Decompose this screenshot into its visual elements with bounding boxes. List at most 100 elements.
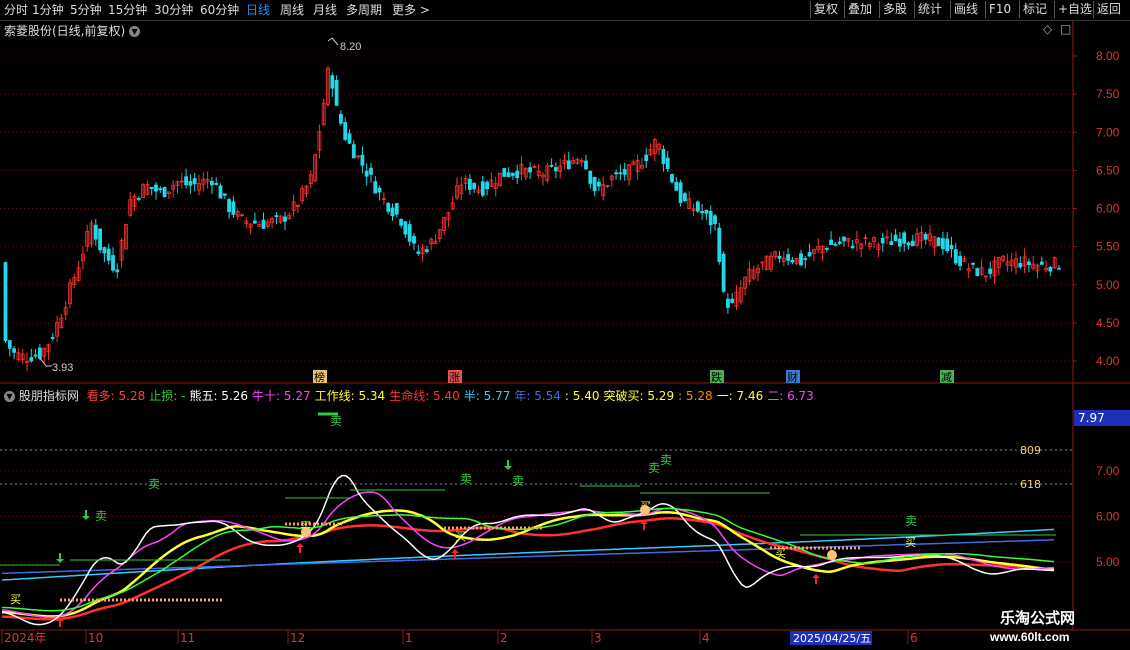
high-marker (327, 37, 339, 46)
candle-body (506, 172, 511, 177)
candle-body (592, 176, 597, 192)
candle-body (549, 164, 554, 167)
candle-body (218, 185, 223, 199)
candle-body (38, 347, 42, 359)
watermark-title: 乐淘公式网 (1000, 609, 1076, 627)
price-tick-label: 5.00 (1096, 278, 1120, 292)
price-tick-label: 6.00 (1096, 202, 1120, 216)
candle-body (695, 201, 700, 212)
candle-body (833, 243, 838, 246)
candle-body (678, 182, 683, 203)
candle-body (111, 255, 115, 271)
candle-body (93, 224, 98, 240)
candle-body (283, 216, 287, 222)
watermark-url: www.60lt.com (990, 630, 1070, 644)
candle-body (644, 154, 649, 162)
buy-arrow-icon (812, 574, 820, 584)
candle-body (726, 298, 730, 308)
hand-pointer-icon (827, 550, 837, 560)
candle-body (941, 238, 945, 250)
candle-body (373, 181, 378, 194)
time-label: 11 (180, 631, 195, 645)
time-label: 3 (594, 631, 602, 645)
candle-body (502, 168, 507, 177)
price-tick-label: 8.00 (1096, 49, 1120, 63)
candle-body (880, 238, 885, 244)
candle-body (399, 219, 404, 226)
candle-body (106, 248, 111, 261)
candle-body (390, 207, 395, 217)
candle-body (480, 181, 485, 196)
candle-body (347, 133, 352, 144)
buy-signal-label: 买 (455, 530, 466, 543)
candle-body (790, 259, 795, 263)
candle-body (154, 184, 158, 192)
candle-body (807, 251, 812, 257)
event-badge-text: 涨 (449, 371, 460, 384)
candle-body (661, 149, 666, 164)
event-badge-text: 跌 (711, 370, 722, 384)
candle-body (12, 348, 17, 353)
price-tick-label: 7.00 (1096, 125, 1120, 139)
candle-body (708, 210, 713, 226)
candle-body (467, 178, 472, 190)
candle-body (588, 170, 593, 184)
candle-body (98, 228, 102, 251)
candle-body (472, 182, 477, 190)
candle-body (898, 238, 902, 247)
candle-body (704, 209, 709, 214)
buy-signal-label: 买 (775, 547, 786, 560)
candle-body (252, 220, 257, 224)
candle-body (3, 262, 8, 342)
candle-body (889, 241, 894, 246)
buy-signal-label: 买 (905, 536, 916, 549)
sell-arrow-icon (504, 460, 512, 470)
candle-body (777, 255, 782, 259)
time-label: 1 (405, 631, 413, 645)
candle-body (1057, 267, 1061, 270)
candle-body (988, 268, 993, 275)
candle-body (923, 233, 928, 240)
candle-body (412, 235, 416, 244)
candle-body (528, 167, 532, 173)
candle-body (975, 268, 980, 277)
candle-body (936, 237, 941, 247)
price-tick-label: 4.50 (1096, 316, 1120, 330)
candle-body (209, 180, 214, 186)
sell-signal-label: 卖 (905, 514, 917, 528)
candle-body (386, 202, 391, 212)
candle-body (188, 181, 193, 186)
stock-chart-app: 分时 1分钟 5分钟 15分钟 30分钟 60分钟 日线 周线 月线 多周期 更… (0, 0, 1130, 650)
low-marker (39, 357, 52, 367)
candle-body (403, 221, 408, 235)
candle-body (902, 232, 907, 244)
candle-body (622, 169, 627, 175)
candle-body (799, 253, 803, 266)
candle-body (910, 240, 915, 247)
candle-body (162, 187, 167, 198)
candle-body (485, 181, 490, 190)
candle-body (1018, 263, 1023, 268)
candle-body (554, 167, 558, 172)
sell-arrow-icon (82, 510, 90, 520)
event-badge-text: 减 (941, 371, 952, 384)
candle-body (416, 251, 421, 254)
candle-body (683, 193, 687, 202)
price-tick-label: 7.50 (1096, 87, 1120, 101)
sell-signal-label: 卖 (148, 477, 160, 491)
indicator-tick-label: 6.00 (1096, 510, 1120, 524)
candle-body (33, 354, 38, 357)
candle-body (510, 172, 515, 176)
candle-body (343, 122, 348, 140)
cursor-date-label: 2025/04/25/五 (793, 632, 871, 645)
candle-body (837, 241, 842, 244)
candle-body (1048, 266, 1053, 272)
sell-signal-label: 卖 (95, 509, 107, 523)
time-label: 2024年 (4, 631, 47, 645)
fib-label: 809 (1020, 444, 1041, 457)
price-tick-label: 5.50 (1096, 240, 1120, 254)
candle-body (369, 167, 373, 175)
candle-body (227, 199, 232, 213)
candle-body (824, 248, 829, 250)
candle-body (566, 160, 571, 170)
